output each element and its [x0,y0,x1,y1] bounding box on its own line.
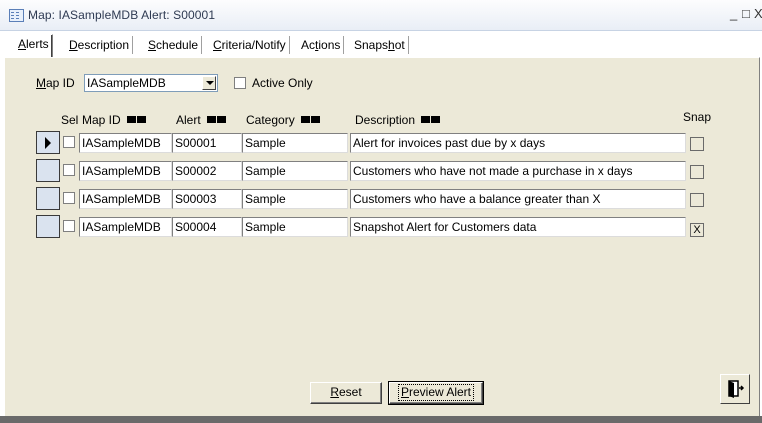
close-button[interactable]: X [754,6,762,21]
map-id-cell[interactable]: IASampleMDB [79,189,172,209]
row-select-checkbox[interactable] [63,136,75,148]
active-only-label: Active Only [252,76,313,90]
map-id-cell[interactable]: IASampleMDB [79,161,172,181]
title-bar: Map: IASampleMDB Alert: S00001 _ □ X [0,0,762,31]
category-cell[interactable]: Sample [242,161,348,181]
table-row: IASampleMDB S00002 Sample Customers who … [36,159,716,182]
map-id-value: IASampleMDB [87,76,166,90]
col-header-sel: Sel [61,113,79,127]
row-select-checkbox[interactable] [63,220,75,232]
description-cell[interactable]: Snapshot Alert for Customers data [350,217,686,237]
alert-cell[interactable]: S00003 [172,189,242,209]
col-header-description: Description [355,113,441,127]
chevron-down-icon[interactable] [202,76,216,90]
tab-snapshot[interactable]: Snapshot [351,36,409,54]
alert-window: Map: IASampleMDB Alert: S00001 _ □ X Ale… [0,0,762,423]
tab-actions[interactable]: Actions [298,36,345,54]
tab-alerts[interactable]: Alerts [14,34,53,57]
table-row: IASampleMDB S00001 Sample Alert for invo… [36,131,716,154]
tab-schedule[interactable]: Schedule [145,36,203,54]
row-select-checkbox[interactable] [63,192,75,204]
col-header-snap: Snap [683,110,712,124]
col-header-category: Category [246,113,321,127]
col-header-map-id: Map ID [82,113,147,127]
table-row: IASampleMDB S00004 Sample Snapshot Alert… [36,215,716,238]
active-only-checkbox[interactable] [234,77,246,89]
sort-icon[interactable] [300,115,321,125]
restore-button[interactable]: □ [742,6,750,21]
map-id-label: Map ID [36,76,75,90]
door-exit-icon [728,380,745,398]
tab-description[interactable]: Description [66,36,134,54]
alert-cell[interactable]: S00004 [172,217,242,237]
table-row: IASampleMDB S00003 Sample Customers who … [36,187,716,210]
form-icon [9,9,24,22]
map-id-cell[interactable]: IASampleMDB [79,217,172,237]
preview-alert-button[interactable]: Preview Alert [388,381,484,405]
reset-button[interactable]: Reset [310,382,382,404]
record-selector[interactable] [36,215,60,238]
description-cell[interactable]: Customers who have a balance greater tha… [350,189,686,209]
sort-icon[interactable] [206,115,227,125]
window-title: Map: IASampleMDB Alert: S00001 [28,8,216,22]
sort-icon[interactable] [421,115,441,125]
sort-icon[interactable] [126,115,147,125]
tab-criteria-notify[interactable]: Criteria/Notify [210,36,290,54]
col-header-alert: Alert [176,113,227,127]
snap-checkbox[interactable] [690,193,704,207]
record-selector[interactable] [36,187,60,210]
alert-cell[interactable]: S00002 [172,161,242,181]
record-selector[interactable] [36,131,60,154]
description-cell[interactable]: Customers who have not made a purchase i… [350,161,686,181]
snap-checkbox[interactable] [690,165,704,179]
category-cell[interactable]: Sample [242,133,348,153]
map-id-select[interactable]: IASampleMDB [84,74,218,92]
category-cell[interactable]: Sample [242,217,348,237]
snap-checkbox[interactable] [690,137,704,151]
description-cell[interactable]: Alert for invoices past due by x days [350,133,686,153]
category-cell[interactable]: Sample [242,189,348,209]
minimize-button[interactable]: _ [730,6,737,21]
exit-button[interactable] [720,374,750,404]
alert-cell[interactable]: S00001 [172,133,242,153]
row-select-checkbox[interactable] [63,164,75,176]
status-strip [0,416,762,423]
map-id-cell[interactable]: IASampleMDB [79,133,172,153]
alerts-panel [4,57,760,419]
snap-checkbox[interactable]: X [690,223,704,237]
record-selector[interactable] [36,159,60,182]
